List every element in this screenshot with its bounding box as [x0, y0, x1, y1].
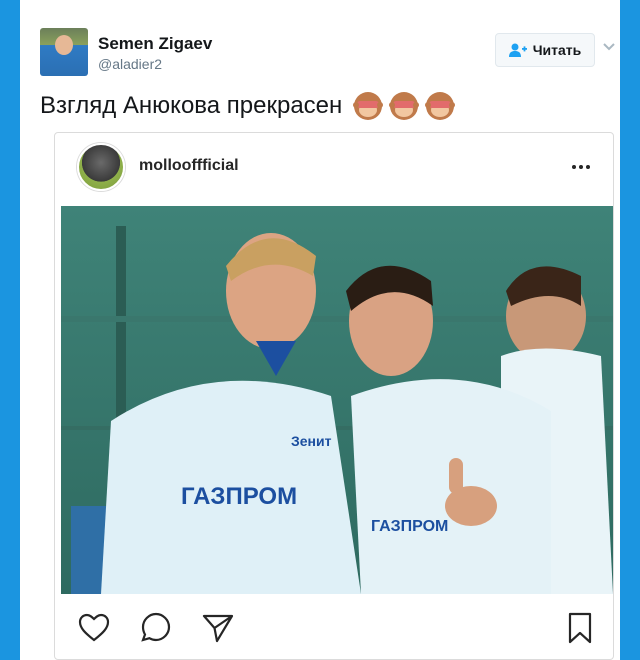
see-no-evil-monkey-icon [425, 92, 456, 120]
tweet-card: Semen Zigaev @aladier2 Читать Взгляд Аню… [20, 0, 620, 660]
instagram-header: mollooffficial [55, 133, 613, 201]
tweet-header: Semen Zigaev @aladier2 Читать [40, 24, 615, 76]
follow-button[interactable]: Читать [495, 33, 595, 67]
chevron-down-icon[interactable] [601, 38, 617, 54]
send-icon[interactable] [201, 611, 235, 645]
club-logo-text: Зенит [291, 433, 332, 449]
user-name[interactable]: Semen Zigaev [98, 34, 212, 54]
bookmark-icon[interactable] [563, 611, 597, 645]
add-user-icon [508, 43, 527, 57]
emoji-row [352, 90, 456, 122]
background-left [0, 0, 20, 660]
sponsor-left-text: ГАЗПРОМ [181, 483, 297, 510]
see-no-evil-monkey-icon [353, 92, 384, 120]
user-handle[interactable]: @aladier2 [98, 56, 162, 72]
tweet-text-row: Взгляд Анюкова прекрасен [40, 90, 456, 122]
heart-icon[interactable] [77, 611, 111, 645]
instagram-username[interactable]: mollooffficial [139, 157, 239, 175]
instagram-avatar[interactable] [77, 143, 125, 191]
follow-label: Читать [532, 42, 582, 58]
instagram-photo[interactable]: ГАЗПРОМ Зенит ГАЗПРОМ [61, 206, 613, 594]
comment-icon[interactable] [139, 611, 173, 645]
instagram-actions [55, 603, 613, 651]
tweet-text: Взгляд Анюкова прекрасен [40, 92, 343, 119]
see-no-evil-monkey-icon [389, 92, 420, 120]
instagram-embed: mollooffficial ГАЗПРОМ Зенит ГАЗПРОМ [54, 132, 614, 660]
sponsor-right-text: ГАЗПРОМ [371, 518, 448, 535]
user-avatar[interactable] [40, 28, 88, 76]
background-right [620, 0, 640, 660]
more-horizontal-icon[interactable] [569, 155, 593, 179]
